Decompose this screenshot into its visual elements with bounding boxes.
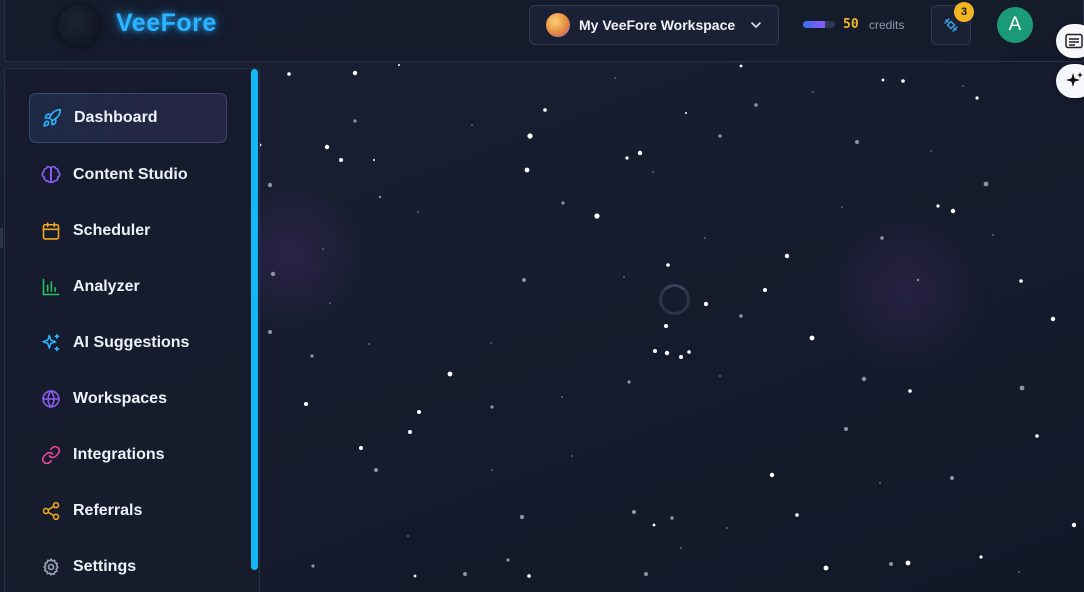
sidebar-item-label: Workspaces xyxy=(73,390,167,407)
user-avatar[interactable]: A xyxy=(997,7,1033,43)
workspace-switcher[interactable]: My VeeFore Workspace xyxy=(529,5,779,45)
sidebar-item-dashboard[interactable]: Dashboard xyxy=(29,93,227,143)
sidebar-item-label: Content Studio xyxy=(73,166,188,183)
notification-count-badge: 3 xyxy=(954,2,974,22)
sidebar-scrollbar[interactable] xyxy=(251,69,258,570)
credits-meter-fill xyxy=(803,21,826,28)
sidebar-item-analyzer[interactable]: Analyzer xyxy=(29,262,227,312)
sidebar-item-label: Dashboard xyxy=(74,109,158,126)
sidebar-item-content-studio[interactable]: Content Studio xyxy=(29,150,227,200)
sidebar-item-scheduler[interactable]: Scheduler xyxy=(29,206,227,256)
sidebar-item-label: Integrations xyxy=(73,446,165,463)
credits-meter xyxy=(803,21,835,28)
ai-assistant-button[interactable] xyxy=(1056,64,1084,98)
bar-chart-icon xyxy=(41,277,61,297)
sidebar-item-integrations[interactable]: Integrations xyxy=(29,430,227,480)
share-icon xyxy=(41,501,61,521)
sidebar-item-ai-suggestions[interactable]: AI Suggestions xyxy=(29,318,227,368)
sidebar-item-label: Scheduler xyxy=(73,222,151,239)
sidebar-item-referrals[interactable]: Referrals xyxy=(29,486,227,536)
logo-icon[interactable] xyxy=(58,5,100,47)
workspace-avatar xyxy=(546,13,570,37)
quote-icon xyxy=(1065,33,1083,49)
globe-icon xyxy=(41,389,61,409)
brand-name[interactable]: VeeFore xyxy=(116,9,217,38)
workspace-name: My VeeFore Workspace xyxy=(579,17,736,33)
credits-value: 50 xyxy=(843,17,859,32)
quote-widget-button[interactable] xyxy=(1056,24,1084,58)
calendar-icon xyxy=(41,221,61,241)
sidebar-item-label: Settings xyxy=(73,558,137,575)
gear-icon xyxy=(41,557,61,577)
sparkles-icon xyxy=(1066,72,1083,87)
sidebar-item-label: Referrals xyxy=(73,502,143,519)
sidebar-item-label: Analyzer xyxy=(73,278,140,295)
sparkles-icon xyxy=(41,333,61,353)
chevron-down-icon xyxy=(751,22,761,28)
rocket-icon xyxy=(42,108,62,128)
sidebar-item-workspaces[interactable]: Workspaces xyxy=(29,374,227,424)
loading-spinner xyxy=(659,284,690,315)
sidebar-item-label: AI Suggestions xyxy=(73,334,190,351)
link-icon xyxy=(41,445,61,465)
sidebar-item-settings[interactable]: Settings xyxy=(29,542,227,592)
credits-label: credits xyxy=(869,18,905,32)
brain-icon xyxy=(41,165,61,185)
window-edge-handle xyxy=(0,228,3,248)
